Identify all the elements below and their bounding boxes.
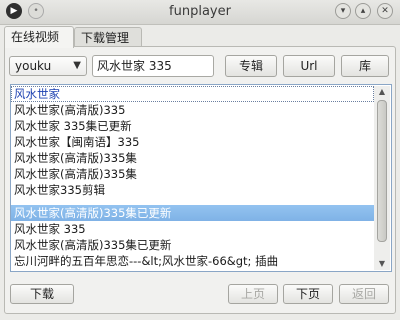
download-button[interactable]: 下载 xyxy=(10,284,74,304)
results-scrollbar[interactable]: ▲ ▼ xyxy=(374,86,390,270)
scrollbar-thumb[interactable] xyxy=(377,100,387,242)
list-item[interactable]: 风水世家(高清版)335集 xyxy=(11,166,374,182)
url-button[interactable]: Url xyxy=(283,55,335,77)
list-item[interactable]: 风水世家 xyxy=(11,86,374,102)
list-item[interactable]: 风水世家(高清版)335集 xyxy=(11,150,374,166)
scroll-up-icon[interactable]: ▲ xyxy=(374,86,390,98)
prev-page-button[interactable]: 上页 xyxy=(228,284,278,304)
minimize-icon[interactable]: ▾ xyxy=(335,3,351,19)
tab-online-video[interactable]: 在线视频 xyxy=(4,26,74,48)
album-button[interactable]: 专辑 xyxy=(225,55,277,77)
maximize-icon[interactable]: ▴ xyxy=(355,3,371,19)
chevron-down-icon: ▼ xyxy=(73,60,81,71)
list-item[interactable]: 忘川河畔的五百年思恋---&lt;风水世家-66&gt; 插曲 xyxy=(11,253,374,269)
list-item[interactable]: 风水世家 335 xyxy=(11,221,374,237)
source-select-value: youku xyxy=(15,59,52,73)
list-item-selected[interactable]: 风水世家(高清版)335集已更新 xyxy=(11,205,374,221)
scroll-down-icon[interactable]: ▼ xyxy=(374,258,390,270)
list-item[interactable]: 风水世家335剪辑 xyxy=(11,182,374,198)
list-item[interactable]: 风水世家(高清版)335集已更新 xyxy=(11,237,374,253)
next-page-button[interactable]: 下页 xyxy=(283,284,333,304)
library-button[interactable]: 库 xyxy=(341,55,389,77)
tab-download-manager[interactable]: 下载管理 xyxy=(74,27,142,47)
close-icon[interactable]: ✕ xyxy=(377,3,393,19)
list-item[interactable]: 风水世家 335集已更新 xyxy=(11,118,374,134)
source-select[interactable]: youku ▼ xyxy=(9,56,87,76)
title-bar: ▶ • funplayer ▾ ▴ ✕ xyxy=(0,0,400,25)
back-button[interactable]: 返回 xyxy=(339,284,389,304)
list-item[interactable]: 风水世家【闽南语】335 xyxy=(11,134,374,150)
list-item[interactable]: 风水世家(高清版)335 xyxy=(11,102,374,118)
results-list[interactable]: 风水世家 风水世家(高清版)335 风水世家 335集已更新 风水世家【闽南语】… xyxy=(10,84,392,272)
search-input[interactable]: 风水世家 335 xyxy=(92,55,214,77)
funplayer-window: ▶ • funplayer ▾ ▴ ✕ 在线视频 下载管理 youku ▼ 风水… xyxy=(0,0,400,320)
